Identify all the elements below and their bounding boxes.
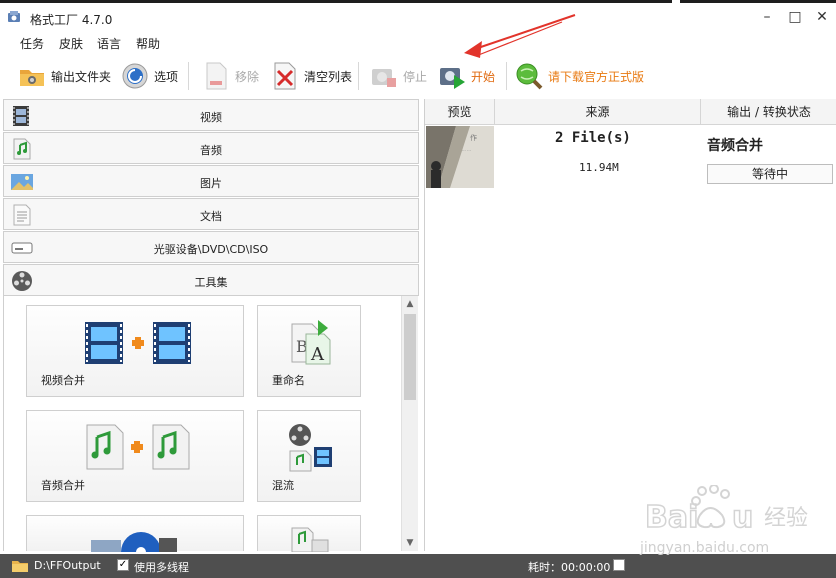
menu-skin[interactable]: 皮肤 [59, 35, 83, 52]
svg-text:作: 作 [470, 133, 477, 142]
output-folder-label: 输出文件夹 [51, 69, 112, 84]
download-official-label: 请下载官方正式版 [548, 69, 645, 84]
toolbar-separator [358, 62, 359, 90]
maximize-button[interactable]: □ [786, 9, 804, 25]
category-document[interactable]: 文档 [3, 198, 419, 230]
app-logo-icon [8, 11, 20, 22]
output-folder-button[interactable]: 输出文件夹 [17, 56, 111, 96]
category-video-label: 视频 [200, 111, 222, 124]
remove-label: 移除 [235, 69, 260, 84]
menu-bar: 任务 皮肤 语言 帮助 [0, 32, 836, 52]
stop-icon [372, 69, 396, 87]
task-output-type: 音频合并 [707, 138, 763, 154]
toolbar: 输出文件夹 选项 移除 清空列表 停止 开始 请下载官方正式版 [0, 56, 836, 96]
folder-icon [20, 70, 44, 86]
task-source-files: 2 File(s) [555, 130, 631, 146]
svg-text:A: A [310, 344, 325, 365]
toolbar-separator [188, 62, 189, 90]
folder-icon[interactable] [12, 559, 28, 572]
audio-video-tool-icon [291, 527, 329, 552]
menu-help[interactable]: 帮助 [136, 35, 160, 52]
tool-rename-label: 重命名 [272, 374, 305, 387]
download-official-link[interactable]: 请下载官方正式版 [514, 56, 644, 96]
column-preview[interactable]: 预览 [425, 99, 495, 125]
tool-rename[interactable]: B A 重命名 [257, 305, 361, 397]
tool-partial-left[interactable] [26, 515, 244, 552]
close-button[interactable]: ✕ [813, 9, 831, 25]
minimize-button[interactable]: – [758, 9, 776, 25]
tool-mux-label: 混流 [272, 479, 294, 492]
tool-video-merge-label: 视频合并 [41, 374, 85, 387]
magnifier-globe-icon [516, 63, 543, 90]
menu-task[interactable]: 任务 [20, 35, 44, 52]
album-cover-image: 作 ··· ··· [426, 126, 494, 188]
multithread-checkbox[interactable]: ✓ [117, 559, 129, 571]
rename-icon: B A [291, 320, 331, 365]
scroll-thumb[interactable] [404, 314, 416, 400]
task-status-badge: 等待中 [707, 164, 833, 184]
audio-merge-icon [86, 424, 190, 470]
category-audio[interactable]: 音频 [3, 132, 419, 164]
toolbox-grid: 视频合并 B A 重命名 音频合并 混流 ▲ ▼ [3, 296, 419, 552]
category-video[interactable]: 视频 [3, 99, 419, 131]
watermark-url: jingyan.baidu.com [640, 540, 770, 556]
toolbox-scrollbar[interactable]: ▲ ▼ [401, 296, 418, 551]
svg-text:··· ···: ··· ··· [462, 148, 471, 153]
clear-list-button[interactable]: 清空列表 [270, 56, 352, 96]
output-path-link[interactable]: D:\FFOutput [34, 559, 101, 572]
category-picture[interactable]: 图片 [3, 165, 419, 197]
tool-video-merge[interactable]: 视频合并 [26, 305, 244, 397]
stop-button[interactable]: 停止 [369, 56, 427, 96]
category-panel: 视频 音频 图片 文档 光驱设备\DVD\CD\ISO 工具集 视频合并 B A… [3, 99, 419, 552]
remove-document-icon [206, 62, 227, 90]
tool-partial-right[interactable] [257, 515, 361, 552]
category-toolbox[interactable]: 工具集 [3, 264, 419, 296]
category-toolbox-label: 工具集 [194, 276, 228, 289]
gear-icon [122, 63, 148, 89]
elapsed-time: 耗时：00:00:00 [528, 561, 611, 574]
multithread-label: 使用多线程 [134, 561, 189, 574]
task-table-header: 预览 来源 输出 / 转换状态 [425, 99, 836, 125]
scroll-down-arrow-icon[interactable]: ▼ [402, 535, 418, 551]
dvd-ripper-icon [91, 532, 177, 552]
remove-button[interactable]: 移除 [201, 56, 259, 96]
task-row[interactable]: 作 ··· ··· 2 File(s) 11.94M 音频合并 等待中 [425, 125, 836, 189]
tool-audio-merge[interactable]: 音频合并 [26, 410, 244, 502]
toolbar-separator [506, 62, 507, 90]
after-conversion-checkbox[interactable] [613, 559, 625, 571]
start-button[interactable]: 开始 [437, 56, 495, 96]
task-list-panel: 预览 来源 输出 / 转换状态 作 ··· ··· 2 File(s) 11.9… [424, 99, 836, 551]
svg-text:经验: 经验 [764, 506, 808, 531]
stop-label: 停止 [403, 69, 428, 84]
column-source[interactable]: 来源 [495, 99, 701, 125]
svg-text:u: u [732, 500, 753, 535]
category-optical-drive[interactable]: 光驱设备\DVD\CD\ISO [3, 231, 419, 263]
clear-list-label: 清空列表 [304, 69, 353, 84]
category-optical-drive-label: 光驱设备\DVD\CD\ISO [153, 243, 269, 256]
options-label: 选项 [154, 69, 179, 84]
category-audio-label: 音频 [200, 144, 222, 157]
scroll-up-arrow-icon[interactable]: ▲ [402, 296, 418, 312]
tool-mux[interactable]: 混流 [257, 410, 361, 502]
start-label: 开始 [471, 69, 496, 84]
column-output-status[interactable]: 输出 / 转换状态 [701, 99, 836, 125]
start-icon [440, 68, 465, 89]
clear-list-icon [274, 62, 296, 90]
title-bar: 格式工厂 4.7.0 – □ ✕ [0, 3, 836, 30]
category-picture-label: 图片 [200, 177, 222, 190]
options-button[interactable]: 选项 [120, 56, 178, 96]
task-source-size: 11.94M [579, 161, 619, 174]
video-merge-icon [85, 322, 191, 364]
svg-text:Bai: Bai [645, 500, 698, 535]
window-title: 格式工厂 4.7.0 [30, 13, 113, 27]
task-preview-thumbnail: 作 ··· ··· [426, 126, 494, 188]
tool-audio-merge-label: 音频合并 [41, 479, 85, 492]
category-document-label: 文档 [200, 210, 222, 223]
menu-language[interactable]: 语言 [97, 35, 121, 52]
status-bar: D:\FFOutput ✓ 使用多线程 耗时：00:00:00 [0, 554, 836, 578]
mux-icon [289, 424, 332, 472]
